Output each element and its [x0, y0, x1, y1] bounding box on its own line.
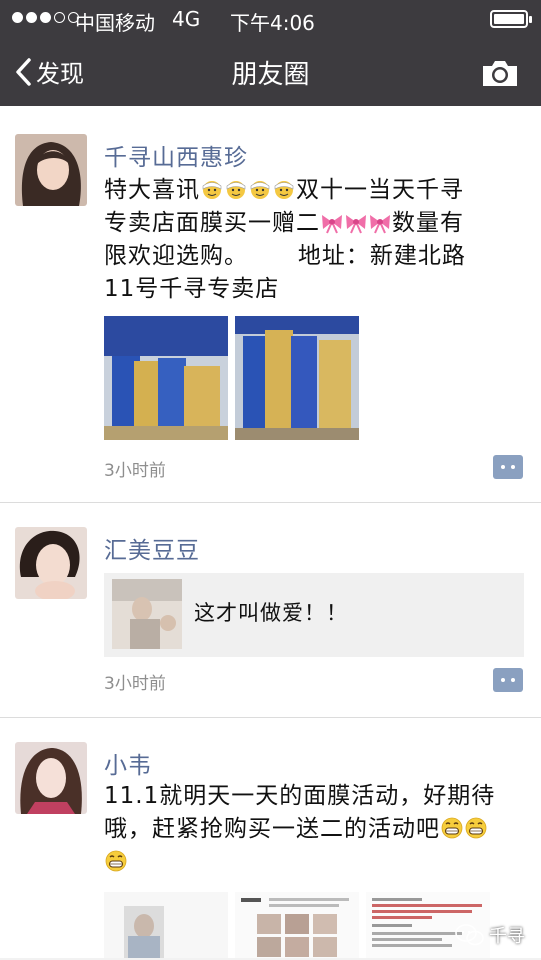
- post-time: 3小时前: [104, 674, 166, 694]
- network-type: 4G: [172, 7, 201, 31]
- author-name[interactable]: 小韦: [104, 746, 152, 780]
- shared-link-thumbnail: [112, 579, 182, 649]
- moment-post: 汇美豆豆 这才叫做爱！！ 3小时前: [0, 503, 541, 718]
- avatar[interactable]: [15, 134, 87, 206]
- comment-button[interactable]: [493, 668, 523, 692]
- moments-feed: 千寻山西惠珍 特大喜讯 双十一当天千寻 专卖店面膜买一赠二 数量有 限欢迎选购。 地…: [0, 106, 541, 958]
- battery-icon: [490, 10, 532, 28]
- nav-bar: 发现 朋友圈: [0, 40, 541, 106]
- moment-post: 千寻山西惠珍 特大喜讯 双十一当天千寻 专卖店面膜买一赠二 数量有 限欢迎选购。 地…: [0, 106, 541, 503]
- post-text-line: 数量有: [392, 210, 464, 236]
- post-text-line: 11号千寻专卖店: [104, 276, 280, 302]
- shared-link-title: 这才叫做爱！！: [194, 601, 348, 625]
- wechat-logo-icon: [455, 924, 484, 946]
- avatar[interactable]: [15, 527, 87, 599]
- page-title: 朋友圈: [231, 60, 310, 90]
- post-photo[interactable]: [104, 316, 228, 440]
- shared-link-card[interactable]: 这才叫做爱！！: [104, 573, 524, 657]
- signal-strength-icon: [12, 12, 79, 23]
- author-name[interactable]: 汇美豆豆: [104, 531, 200, 565]
- post-text-line: 特大喜讯: [104, 177, 200, 203]
- ribbon-bow-emoji: [320, 210, 392, 236]
- post-photo[interactable]: [104, 892, 228, 958]
- post-text-line: 双十一当天千寻: [296, 177, 464, 203]
- post-text: 11.1就明天一天的面膜活动，好期待 哦，赶紧抢购买一送二的活动吧: [104, 780, 524, 879]
- post-text-line: 11.1就明天一天的面膜活动，好期待: [104, 783, 496, 809]
- author-name[interactable]: 千寻山西惠珍: [104, 138, 248, 172]
- post-text-line: 哦，赶紧抢购买一送二的活动吧: [104, 816, 440, 842]
- post-text-line: 专卖店面膜买一赠二: [104, 210, 320, 236]
- carrier-name: 中国移动: [75, 11, 155, 35]
- watermark-text: 千寻: [489, 926, 525, 947]
- status-time: 下午4:06: [230, 11, 315, 35]
- mask-face-emoji: [200, 177, 296, 203]
- post-photo[interactable]: [235, 892, 359, 958]
- camera-icon: [483, 61, 517, 86]
- post-photo[interactable]: [235, 316, 359, 440]
- avatar[interactable]: [15, 742, 87, 814]
- post-text: 特大喜讯 双十一当天千寻 专卖店面膜买一赠二 数量有 限欢迎选购。 地址：新建北路 …: [104, 174, 524, 306]
- watermark: 千寻: [455, 922, 525, 948]
- comment-button[interactable]: [493, 455, 523, 479]
- camera-button[interactable]: [480, 58, 520, 92]
- post-text-line: 限欢迎选购。 地址：新建北路: [104, 243, 466, 269]
- post-time: 3小时前: [104, 461, 166, 481]
- status-bar: 中国移动 4G 下午4:06: [0, 0, 541, 40]
